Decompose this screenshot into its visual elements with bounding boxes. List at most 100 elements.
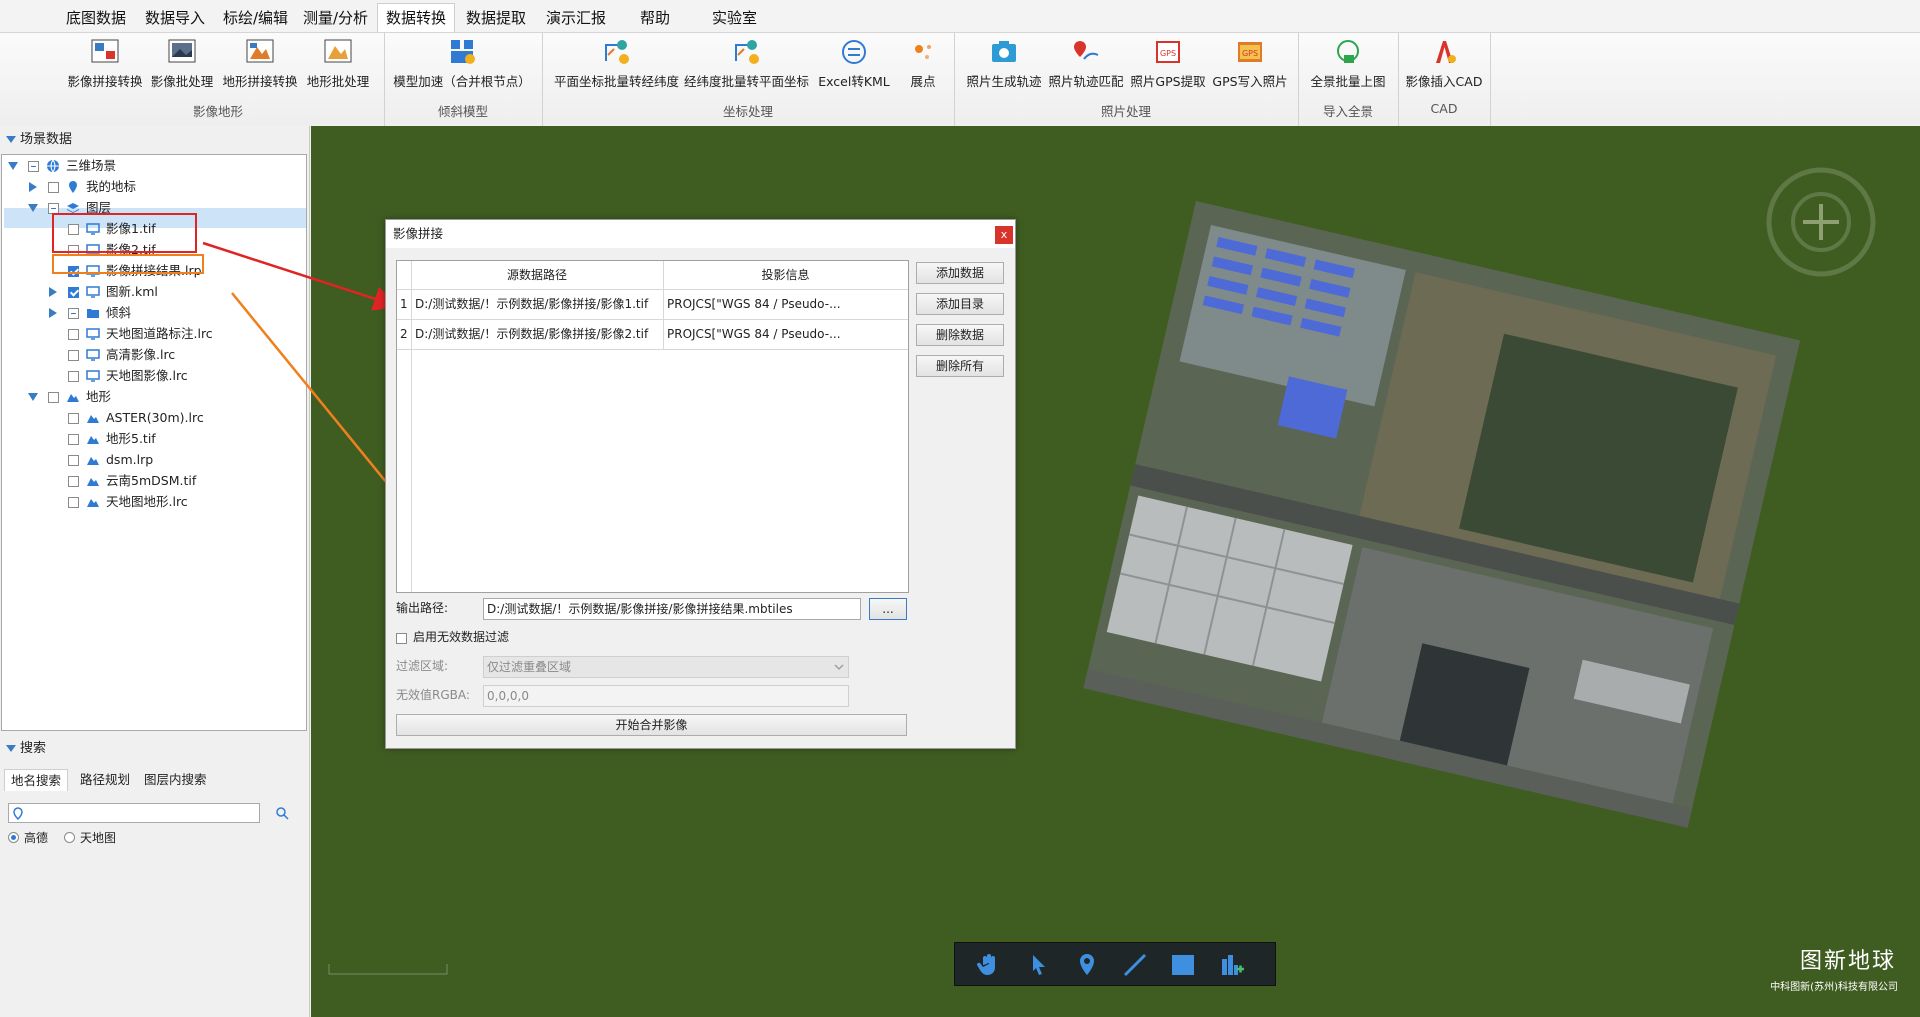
panorama-batch-button[interactable]: 全景批量上图 (1308, 33, 1388, 95)
checkbox-icon[interactable] (68, 434, 79, 445)
filter-area-value: 仅过滤重叠区域 (487, 660, 572, 674)
tab-help[interactable]: 帮助 (632, 6, 678, 32)
tab-route-planning[interactable]: 路径规划 (74, 769, 136, 791)
delete-data-button[interactable]: 删除数据 (916, 324, 1004, 346)
location-pin-icon (13, 807, 23, 820)
dialog-titlebar[interactable]: 影像拼接 x (386, 220, 1015, 248)
row-path: D:/测试数据/！示例数据/影像拼接/影像1.tif (415, 297, 649, 311)
add-directory-button[interactable]: 添加目录 (916, 293, 1004, 315)
image-mosaic-icon (91, 39, 119, 63)
expand-down-icon (8, 162, 18, 170)
search-input[interactable] (8, 803, 260, 823)
tree-node-tdt-road[interactable]: 天地图道路标注.lrc (6, 324, 306, 344)
ribbon-body: 影像拼接转换 影像批处理 地形拼接转换 地形批处理 影像地形 模型加速（合并根节… (0, 32, 1920, 126)
monitor-layer-icon (86, 370, 100, 382)
nodata-rgba-input[interactable]: 0,0,0,0 (483, 685, 849, 707)
photo-track-match-button[interactable]: 照片轨迹匹配 (1048, 33, 1124, 95)
radio-tianditu[interactable] (64, 832, 75, 843)
tree-node-hd-image[interactable]: 高清影像.lrc (6, 345, 306, 365)
navigation-compass-icon[interactable] (1761, 162, 1881, 282)
add-building-icon[interactable] (1217, 951, 1245, 979)
tab-data-import[interactable]: 数据导入 (137, 6, 213, 32)
show-points-button[interactable]: 展点 (900, 33, 946, 95)
tree-node-aster[interactable]: ASTER(30m).lrc (6, 408, 306, 428)
filter-area-select[interactable]: 仅过滤重叠区域 (483, 656, 849, 678)
checkbox-icon[interactable] (68, 413, 79, 424)
tree-node-tdt-image[interactable]: 天地图影像.lrc (6, 366, 306, 386)
image-mosaic-dialog: 影像拼接 x 源数据路径 投影信息 1 D:/测试数据/！示例数据/影像拼接/影… (385, 219, 1016, 749)
terrain-batch-button[interactable]: 地形批处理 (306, 33, 370, 95)
grid-line (411, 261, 412, 592)
place-marker-icon[interactable] (1073, 951, 1101, 979)
photo-track-button[interactable]: 照片生成轨迹 (966, 33, 1042, 95)
checkbox-icon[interactable] (68, 455, 79, 466)
tree-node-terrain[interactable]: 地形 (6, 387, 306, 407)
draw-line-icon[interactable] (1121, 951, 1149, 979)
column-header-path[interactable]: 源数据路径 (411, 260, 663, 290)
excel-to-kml-button[interactable]: Excel转KML (816, 33, 892, 95)
close-button[interactable]: x (995, 226, 1013, 244)
tab-plot-edit[interactable]: 标绘/编辑 (215, 6, 296, 32)
select-arrow-icon[interactable] (1025, 951, 1053, 979)
group-label-panorama: 导入全景 (1322, 104, 1373, 119)
checkbox-icon[interactable] (28, 161, 39, 172)
photo-gps-extract-button[interactable]: GPS 照片GPS提取 (1130, 33, 1206, 95)
terrain-icon (87, 457, 99, 465)
tree-node-yunnan-dsm[interactable]: 云南5mDSM.tif (6, 471, 306, 491)
tab-data-extract[interactable]: 数据提取 (458, 6, 534, 32)
filter-checkbox[interactable] (396, 633, 407, 644)
tab-measure[interactable]: 测量/分析 (295, 6, 376, 32)
expand-right-icon (49, 287, 57, 297)
tab-data-convert[interactable]: 数据转换 (377, 3, 456, 33)
draw-rectangle-icon[interactable] (1169, 951, 1197, 979)
image-mosaic-convert-button[interactable]: 影像拼接转换 (66, 33, 144, 95)
browse-button[interactable]: ... (869, 598, 907, 620)
filter-area-label: 过滤区域: (396, 659, 449, 673)
image-insert-cad-button[interactable]: 影像插入CAD (1404, 33, 1484, 95)
tab-lab[interactable]: 实验室 (704, 6, 765, 32)
radio-tianditu-label: 天地图 (80, 831, 117, 845)
search-header[interactable]: 搜索 (0, 738, 310, 760)
search-icon[interactable] (275, 806, 289, 820)
column-header-projection[interactable]: 投影信息 (663, 260, 908, 290)
tab-presentation[interactable]: 演示汇报 (538, 6, 614, 32)
model-accelerate-button[interactable]: 模型加速（合并根节点） (392, 33, 532, 95)
radio-gaode[interactable] (8, 832, 19, 843)
checkbox-icon[interactable] (48, 392, 59, 403)
checkbox-icon[interactable] (68, 308, 79, 319)
tree-node-tdt-terrain[interactable]: 天地图地形.lrc (6, 492, 306, 512)
points-icon (915, 45, 931, 59)
tab-basemap[interactable]: 底图数据 (58, 6, 134, 32)
row-number: 2 (400, 327, 408, 341)
image-batch-button[interactable]: 影像批处理 (150, 33, 214, 95)
tree-node-my-places[interactable]: 我的地标 (6, 177, 306, 197)
output-path-input[interactable]: D:/测试数据/！示例数据/影像拼接/影像拼接结果.mbtiles (483, 598, 861, 620)
checkbox-icon[interactable] (68, 350, 79, 361)
camera-icon (992, 41, 1016, 62)
source-data-grid[interactable]: 源数据路径 投影信息 1 D:/测试数据/！示例数据/影像拼接/影像1.tif … (396, 260, 909, 593)
checkbox-checked-icon[interactable] (68, 287, 79, 298)
tab-place-search[interactable]: 地名搜索 (4, 769, 69, 791)
plane-to-latlon-button[interactable]: 平面坐标批量转经纬度 (554, 33, 679, 95)
terrain-mosaic-convert-button[interactable]: 地形拼接转换 (222, 33, 298, 95)
tree-node-tuxin-kml[interactable]: 图新.kml (6, 282, 306, 302)
latlon-to-plane-button[interactable]: 经纬度批量转平面坐标 (684, 33, 809, 95)
tree-node-dsm[interactable]: dsm.lrp (6, 450, 306, 470)
add-data-button[interactable]: 添加数据 (916, 262, 1004, 284)
checkbox-icon[interactable] (68, 371, 79, 382)
gps-write-photo-button[interactable]: GPS GPS写入照片 (1212, 33, 1288, 95)
pan-hand-icon[interactable] (975, 951, 1003, 979)
checkbox-icon[interactable] (48, 182, 59, 193)
tree-node-scene[interactable]: 三维场景 (6, 156, 306, 176)
group-label-oblique: 倾斜模型 (437, 104, 488, 119)
group-label-cad: CAD (1430, 101, 1458, 116)
start-merge-button[interactable]: 开始合并影像 (396, 714, 907, 736)
tree-node-terrain5[interactable]: 地形5.tif (6, 429, 306, 449)
tab-in-layer-search[interactable]: 图层内搜索 (138, 769, 213, 791)
delete-all-button[interactable]: 删除所有 (916, 355, 1004, 377)
scene-data-header[interactable]: 场景数据 (0, 129, 310, 151)
checkbox-icon[interactable] (68, 329, 79, 340)
tree-node-oblique[interactable]: 倾斜 (6, 303, 306, 323)
checkbox-icon[interactable] (68, 497, 79, 508)
checkbox-icon[interactable] (68, 476, 79, 487)
